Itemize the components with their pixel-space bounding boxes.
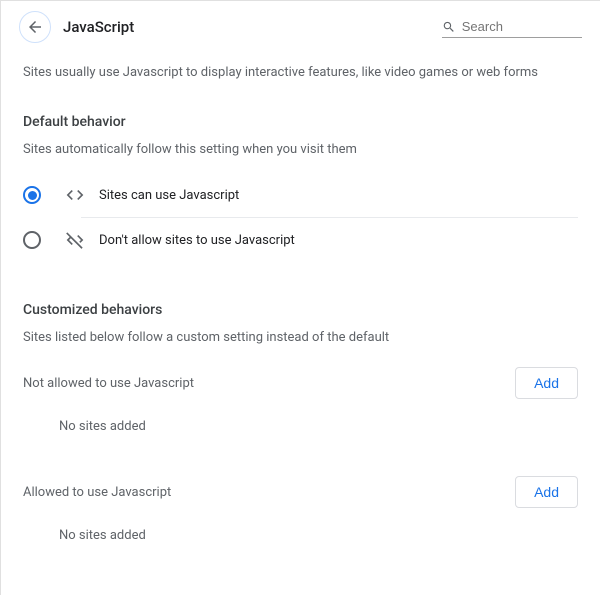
radio-allow[interactable] (23, 186, 41, 204)
default-behavior-title: Default behavior (23, 114, 578, 130)
not-allowed-row: Not allowed to use Javascript Add (23, 367, 578, 399)
page-header: JavaScript (1, 1, 600, 53)
allowed-label: Allowed to use Javascript (23, 485, 171, 500)
option-block-label: Don't allow sites to use Javascript (99, 233, 295, 248)
add-allowed-button[interactable]: Add (515, 476, 578, 508)
not-allowed-label: Not allowed to use Javascript (23, 376, 194, 391)
option-allow-label: Sites can use Javascript (99, 188, 239, 203)
allowed-row: Allowed to use Javascript Add (23, 476, 578, 508)
search-field[interactable] (442, 17, 582, 38)
customized-subtext: Sites listed below follow a custom setti… (23, 330, 578, 345)
radio-block[interactable] (23, 231, 41, 249)
option-allow-javascript[interactable]: Sites can use Javascript (23, 179, 578, 211)
option-divider (81, 217, 578, 218)
back-button[interactable] (19, 11, 51, 43)
add-not-allowed-button[interactable]: Add (515, 367, 578, 399)
customized-title: Customized behaviors (23, 302, 578, 318)
allowed-empty: No sites added (23, 508, 578, 563)
intro-text: Sites usually use Javascript to display … (23, 65, 578, 80)
option-block-javascript[interactable]: Don't allow sites to use Javascript (23, 224, 578, 256)
search-icon (442, 19, 456, 35)
not-allowed-empty: No sites added (23, 399, 578, 454)
search-input[interactable] (462, 19, 582, 34)
code-icon (65, 185, 85, 205)
content-area: Sites usually use Javascript to display … (1, 53, 600, 563)
arrow-left-icon (26, 18, 44, 36)
default-behavior-subtext: Sites automatically follow this setting … (23, 142, 578, 157)
code-off-icon (65, 230, 85, 250)
page-title: JavaScript (63, 18, 134, 36)
